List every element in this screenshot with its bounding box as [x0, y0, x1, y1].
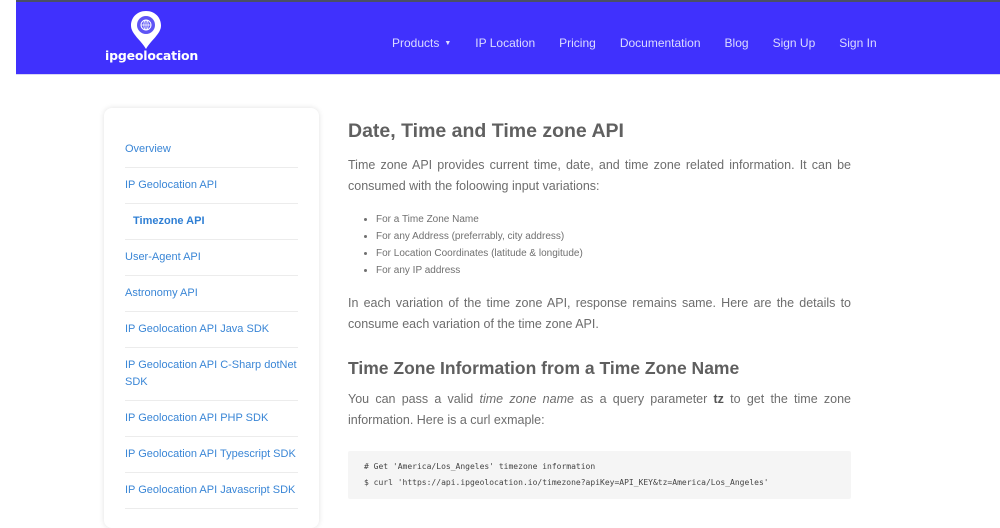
nav-blog[interactable]: Blog [725, 36, 749, 50]
sidebar-item-php-sdk: IP Geolocation API PHP SDK [125, 401, 298, 437]
sidebar-link-php-sdk[interactable]: IP Geolocation API PHP SDK [125, 401, 298, 436]
nav-sign-in[interactable]: Sign In [839, 36, 876, 50]
sidebar-link-timezone-api[interactable]: Timezone API [125, 204, 298, 239]
code-line-command: $ curl 'https://api.ipgeolocation.io/tim… [364, 478, 769, 487]
section-title: Time Zone Information from a Time Zone N… [348, 358, 740, 378]
sidebar-link-javascript-sdk[interactable]: IP Geolocation API Javascript SDK [125, 473, 298, 508]
brand-logo[interactable]: ipgeolocation [105, 10, 198, 66]
sidebar-link-java-sdk[interactable]: IP Geolocation API Java SDK [125, 312, 298, 347]
section-text-1: You can pass a valid [348, 392, 480, 406]
details-paragraph: In each variation of the time zone API, … [348, 296, 851, 331]
sidebar-link-csharp-sdk[interactable]: IP Geolocation API C-Sharp dotNet SDK [125, 348, 298, 400]
intro-paragraph: Time zone API provides current time, dat… [348, 158, 851, 193]
section-text-2: as a query parameter [573, 392, 714, 406]
caret-down-icon: ▼ [444, 40, 452, 47]
section-paragraph: You can pass a valid time zone name as a… [348, 389, 851, 431]
code-block: # Get 'America/Los_Angeles' timezone inf… [348, 451, 851, 499]
sidebar-item-typescript-sdk: IP Geolocation API Typescript SDK [125, 437, 298, 473]
nav-products[interactable]: Products ▼ [392, 36, 451, 50]
page-title: Date, Time and Time zone API [348, 120, 624, 142]
nav-documentation[interactable]: Documentation [620, 36, 701, 50]
sidebar-item-csharp-sdk: IP Geolocation API C-Sharp dotNet SDK [125, 348, 298, 401]
site-header: ipgeolocation Products ▼ IP Location Pric… [16, 2, 1000, 75]
sidebar-link-user-agent-api[interactable]: User-Agent API [125, 240, 298, 275]
sidebar-item-timezone-api: Timezone API [125, 204, 298, 240]
doc-content: Date, Time and Time zone API Time zone A… [348, 120, 851, 499]
sidebar-item-overview: Overview [125, 132, 298, 168]
sidebar-item-ip-geolocation-api: IP Geolocation API [125, 168, 298, 204]
nav-pricing[interactable]: Pricing [559, 36, 596, 50]
list-item: For Location Coordinates (latitude & lon… [376, 245, 851, 262]
sidebar-item-java-sdk: IP Geolocation API Java SDK [125, 312, 298, 348]
sidebar-link-typescript-sdk[interactable]: IP Geolocation API Typescript SDK [125, 437, 298, 472]
sidebar-link-ip-geolocation-api[interactable]: IP Geolocation API [125, 168, 298, 203]
sidebar-item-javascript-sdk: IP Geolocation API Javascript SDK [125, 473, 298, 509]
list-item: For any Address (preferrably, city addre… [376, 228, 851, 245]
code-line-comment: # Get 'America/Los_Angeles' timezone inf… [364, 462, 596, 471]
list-item: For a Time Zone Name [376, 211, 851, 228]
docs-menu: Overview IP Geolocation API Timezone API… [104, 108, 319, 509]
sidebar-item-user-agent-api: User-Agent API [125, 240, 298, 276]
nav-sign-up[interactable]: Sign Up [773, 36, 816, 50]
brand-name: ipgeolocation [105, 48, 199, 63]
location-pin-globe-icon [131, 11, 161, 49]
sidebar-link-astronomy-api[interactable]: Astronomy API [125, 276, 298, 311]
nav-ip-location[interactable]: IP Location [475, 36, 535, 50]
sidebar-item-astronomy-api: Astronomy API [125, 276, 298, 312]
section-text-italic: time zone name [479, 392, 574, 406]
nav-products-label: Products [392, 36, 440, 50]
input-variations-list: For a Time Zone Name For any Address (pr… [348, 211, 851, 279]
main-nav: Products ▼ IP Location Pricing Documentat… [392, 36, 901, 50]
list-item: For any IP address [376, 262, 851, 279]
sidebar-link-overview[interactable]: Overview [125, 132, 298, 167]
section-text-bold: tz [713, 392, 724, 406]
docs-sidebar: Overview IP Geolocation API Timezone API… [104, 108, 319, 528]
